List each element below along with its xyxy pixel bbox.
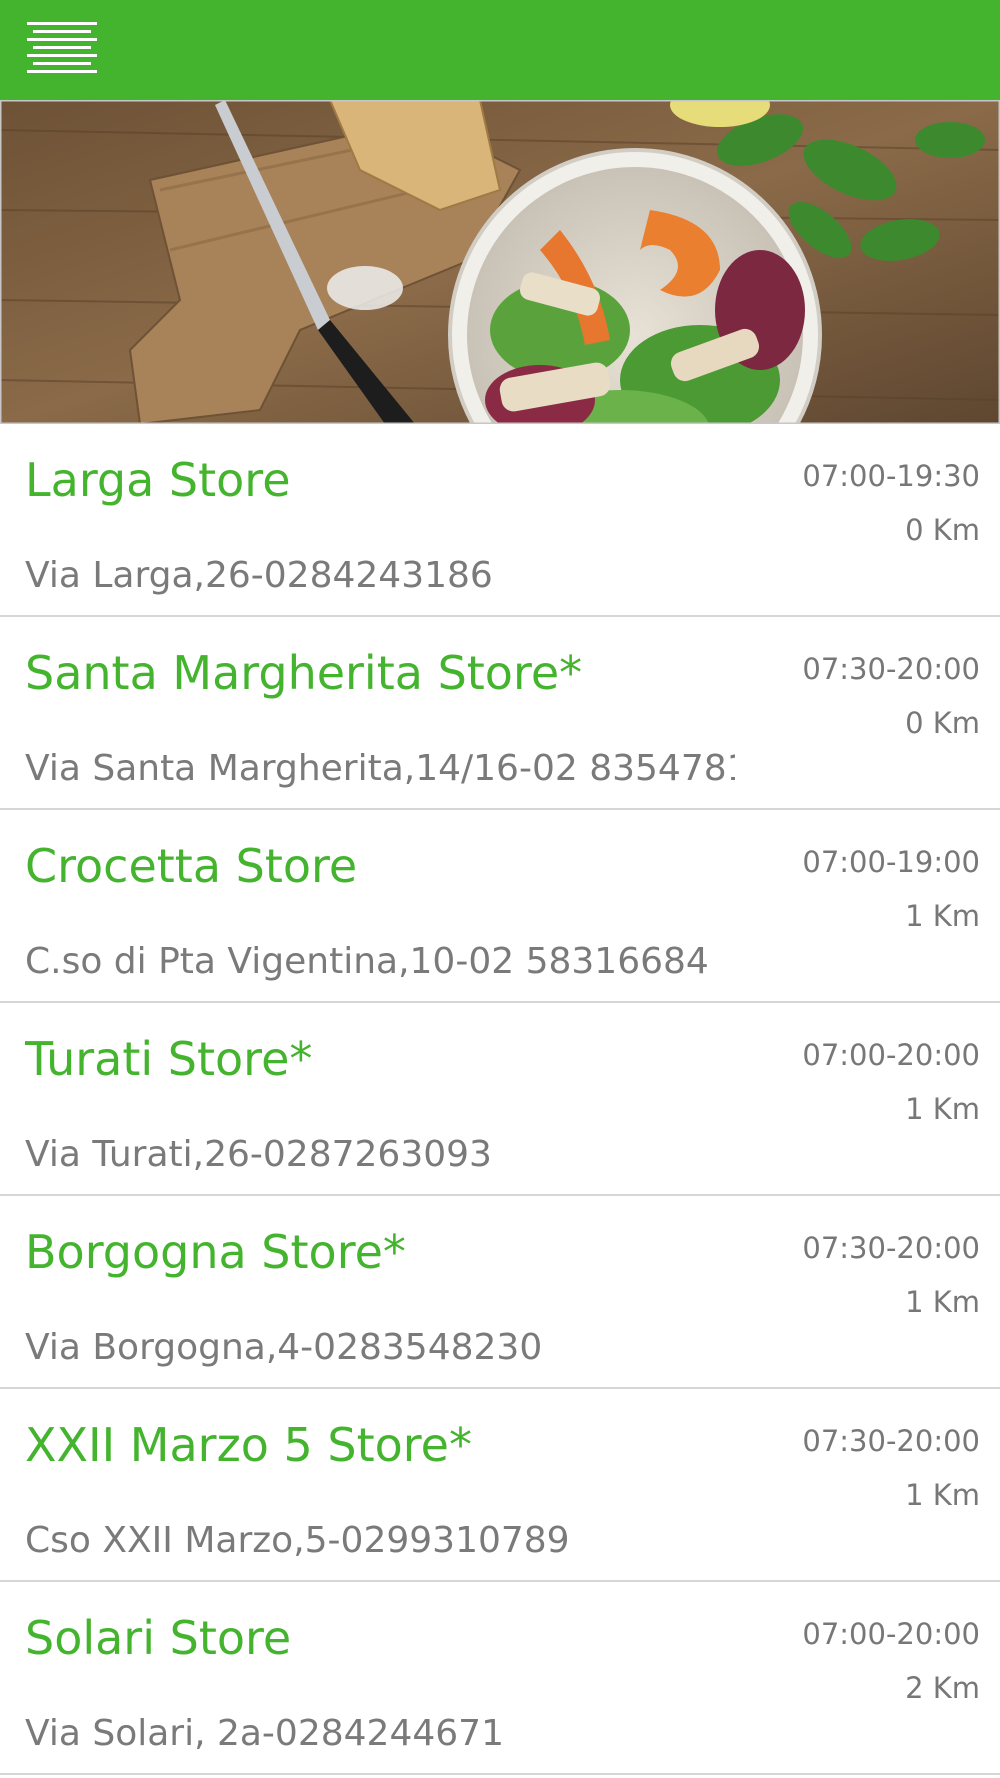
store-name: Solari Store: [25, 1611, 292, 1665]
store-address: Via Larga,26-0284243186: [25, 555, 493, 596]
store-address: Via Santa Margherita,14/16-02 8354781: [25, 748, 735, 789]
store-address: Via Solari, 2a-0284244671: [25, 1713, 504, 1754]
store-hours: 07:30-20:00: [802, 652, 980, 686]
store-row-turati[interactable]: Turati Store* 07:00-20:00 1 Km Via Turat…: [0, 1003, 1000, 1196]
store-distance: 2 Km: [905, 1671, 980, 1705]
store-distance: 1 Km: [905, 899, 980, 933]
store-distance: 0 Km: [905, 513, 980, 547]
store-address: Via Borgogna,4-0283548230: [25, 1327, 543, 1368]
store-distance: 1 Km: [905, 1285, 980, 1319]
store-row-borgogna[interactable]: Borgogna Store* 07:30-20:00 1 Km Via Bor…: [0, 1196, 1000, 1389]
store-hours: 07:00-19:00: [802, 845, 980, 879]
store-list: Larga Store 07:00-19:30 0 Km Via Larga,2…: [0, 424, 1000, 1775]
store-hours: 07:00-20:00: [802, 1038, 980, 1072]
store-address: Via Turati,26-0287263093: [25, 1134, 492, 1175]
store-name: XXII Marzo 5 Store*: [25, 1418, 472, 1472]
store-distance: 1 Km: [905, 1478, 980, 1512]
store-hours: 07:00-19:30: [802, 459, 980, 493]
store-address: Cso XXII Marzo,5-0299310789: [25, 1520, 570, 1561]
store-hours: 07:30-20:00: [802, 1424, 980, 1458]
store-name: Larga Store: [25, 453, 291, 507]
app-header: [0, 0, 1000, 100]
store-row-xxii-marzo[interactable]: XXII Marzo 5 Store* 07:30-20:00 1 Km Cso…: [0, 1389, 1000, 1582]
store-row-crocetta[interactable]: Crocetta Store 07:00-19:00 1 Km C.so di …: [0, 810, 1000, 1003]
store-name: Crocetta Store: [25, 839, 358, 893]
store-row-solari[interactable]: Solari Store 07:00-20:00 2 Km Via Solari…: [0, 1582, 1000, 1775]
store-row-santa-margherita[interactable]: Santa Margherita Store* 07:30-20:00 0 Km…: [0, 617, 1000, 810]
store-name: Turati Store*: [25, 1032, 313, 1086]
hamburger-menu-icon[interactable]: [27, 22, 97, 78]
store-distance: 1 Km: [905, 1092, 980, 1126]
store-address: C.so di Pta Vigentina,10-02 58316684: [25, 941, 709, 982]
store-row-larga[interactable]: Larga Store 07:00-19:30 0 Km Via Larga,2…: [0, 424, 1000, 617]
store-name: Santa Margherita Store*: [25, 646, 583, 700]
store-hours: 07:00-20:00: [802, 1617, 980, 1651]
hero-food-image: [0, 100, 1000, 424]
store-distance: 0 Km: [905, 706, 980, 740]
store-name: Borgogna Store*: [25, 1225, 406, 1279]
store-hours: 07:30-20:00: [802, 1231, 980, 1265]
